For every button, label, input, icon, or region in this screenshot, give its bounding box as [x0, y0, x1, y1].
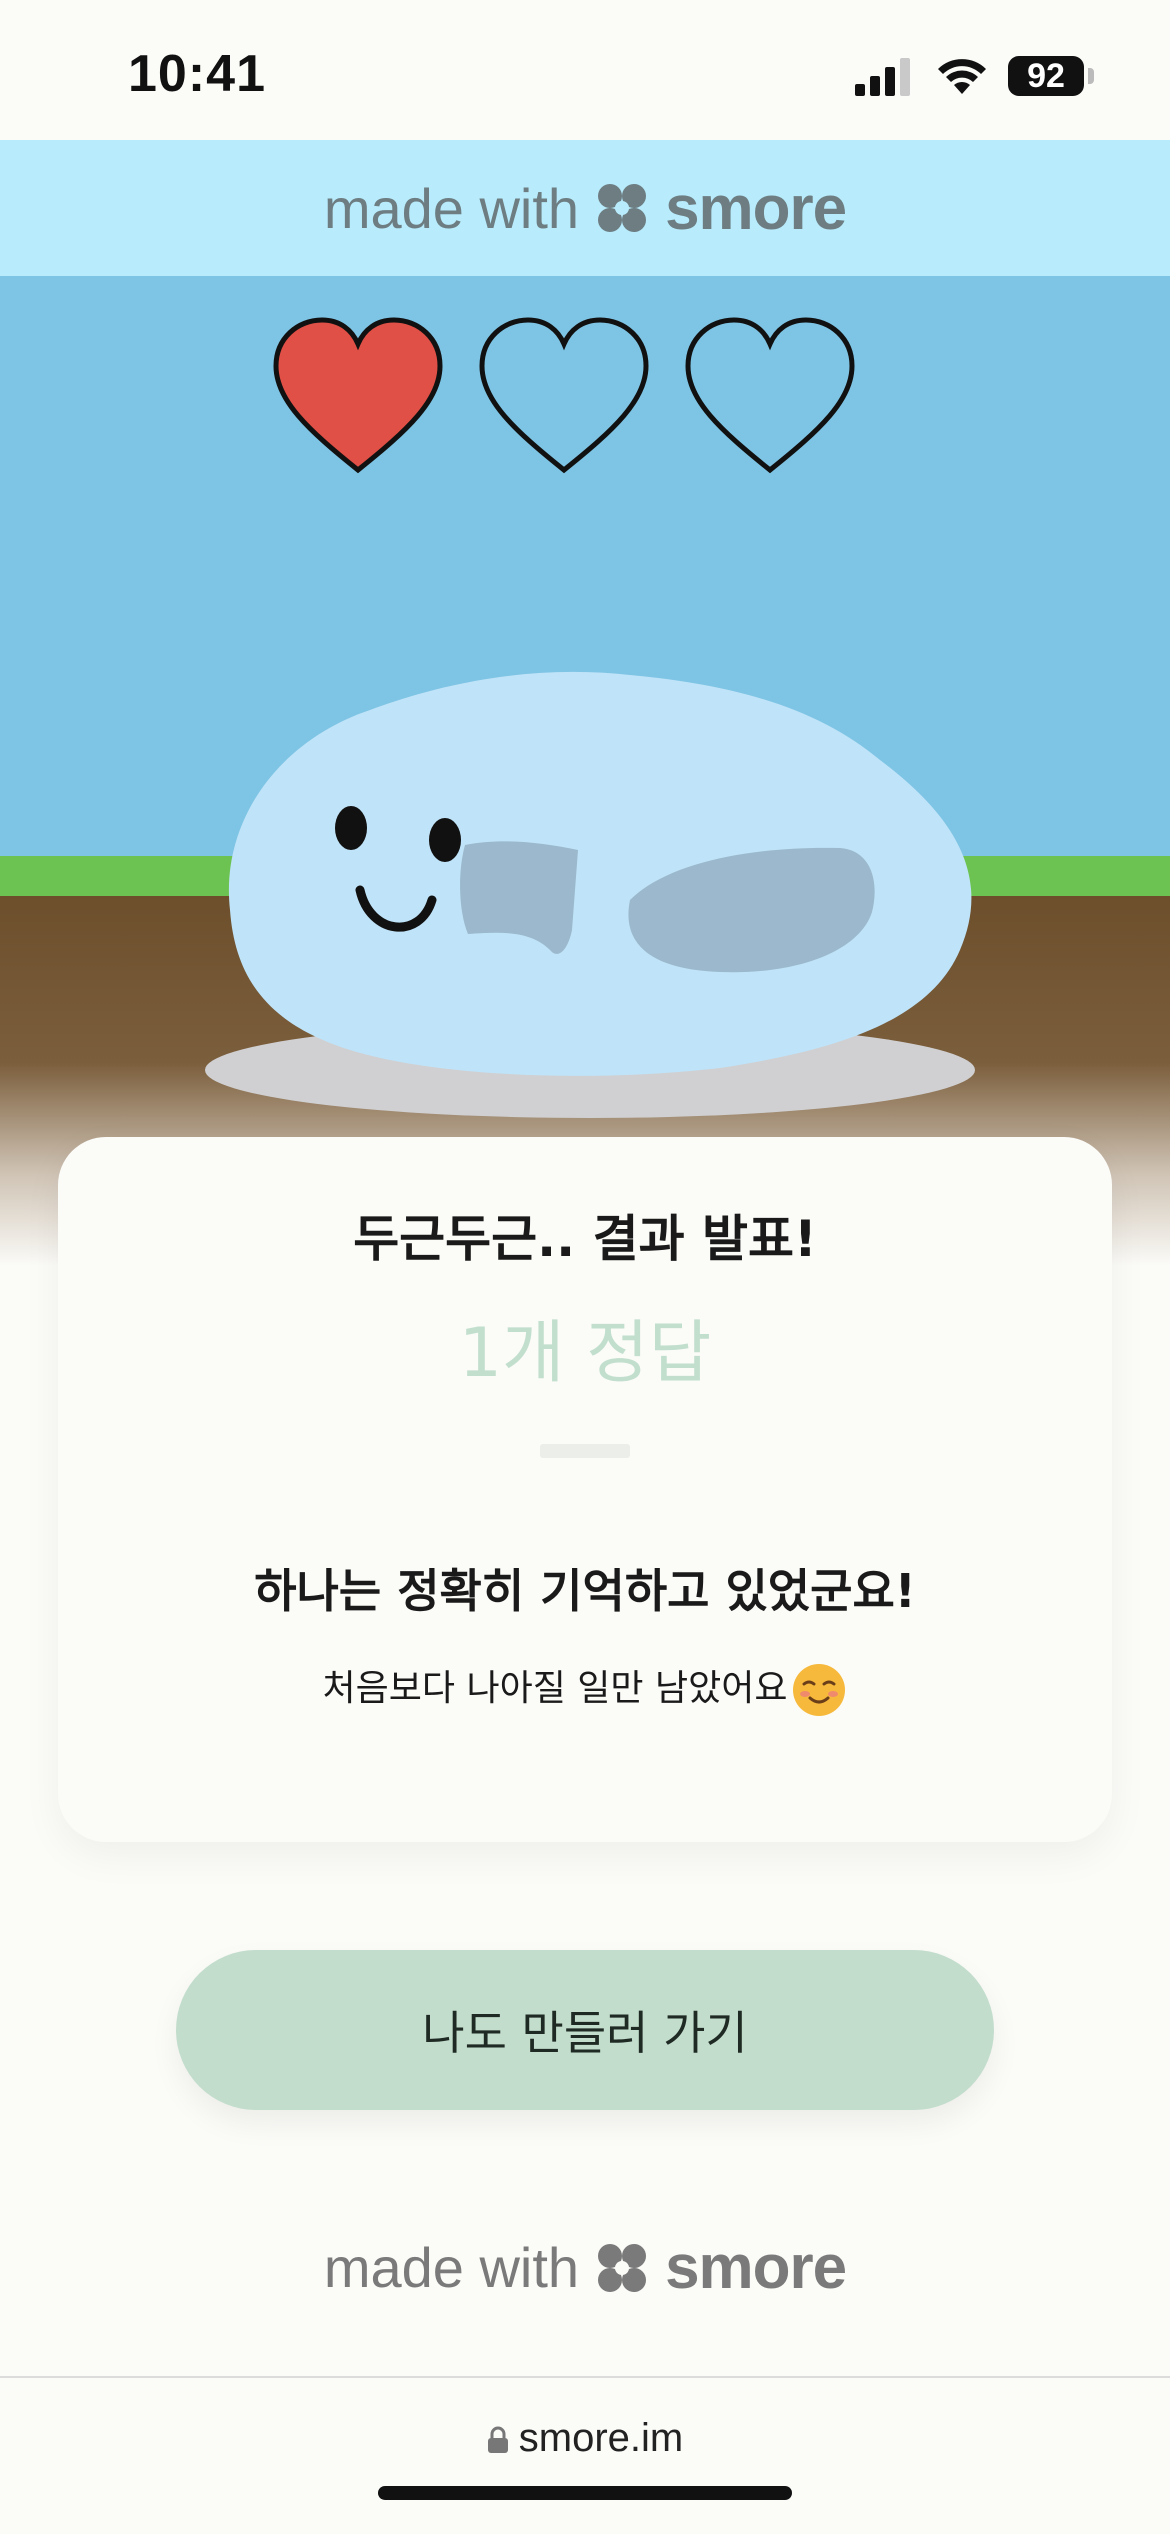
make-my-own-button[interactable]: 나도 만들러 가기 [176, 1950, 994, 2110]
made-with-logo: made with smore [323, 173, 847, 244]
result-card: 두근두근.. 결과 발표! 1개 정답 하나는 정확히 기억하고 있었군요! 처… [58, 1137, 1112, 1842]
home-indicator[interactable] [378, 2486, 792, 2500]
lives-hearts [268, 310, 860, 480]
smore-logo-icon [598, 2243, 647, 2292]
result-subtext-line: 처음보다 나아질 일만 남았어요 [58, 1659, 1112, 1718]
made-with-label: made with [323, 176, 580, 240]
url-text: smore.im [518, 2416, 684, 2460]
made-with-smore-banner[interactable]: made with smore [0, 140, 1170, 276]
smiling-face-emoji-icon [793, 1664, 846, 1716]
made-with-logo: made with smore [323, 2232, 847, 2303]
brand-label: smore [665, 2233, 847, 2302]
wifi-icon [938, 59, 986, 94]
status-bar: 10:41 92 [0, 0, 1170, 140]
smore-logo-icon [598, 184, 647, 232]
heart-empty-icon [479, 317, 649, 474]
status-time: 10:41 [128, 45, 266, 103]
cellular-signal-icon [855, 58, 910, 96]
browser-address-bar[interactable]: smore.im [0, 2376, 1170, 2534]
heart-empty-icon [685, 317, 855, 474]
result-score: 1개 정답 [458, 1314, 712, 1393]
brand-label: smore [665, 173, 847, 243]
result-subtext: 처음보다 나아질 일만 남았어요 [322, 1668, 788, 1709]
battery-indicator: 92 [1008, 56, 1084, 96]
made-with-label: made with [323, 2236, 580, 2299]
battery-nub [1088, 68, 1094, 84]
footer-made-with-smore[interactable]: made with smore [0, 2232, 1170, 2303]
divider [540, 1444, 630, 1458]
heart-filled-icon [273, 317, 443, 474]
result-headline: 하나는 정확히 기억하고 있었군요! [254, 1564, 916, 1618]
result-title: 두근두근.. 결과 발표! [353, 1210, 817, 1268]
ice-slime-character [205, 671, 975, 1118]
lock-icon [487, 2426, 508, 2454]
url-display[interactable]: smore.im [0, 2416, 1170, 2461]
